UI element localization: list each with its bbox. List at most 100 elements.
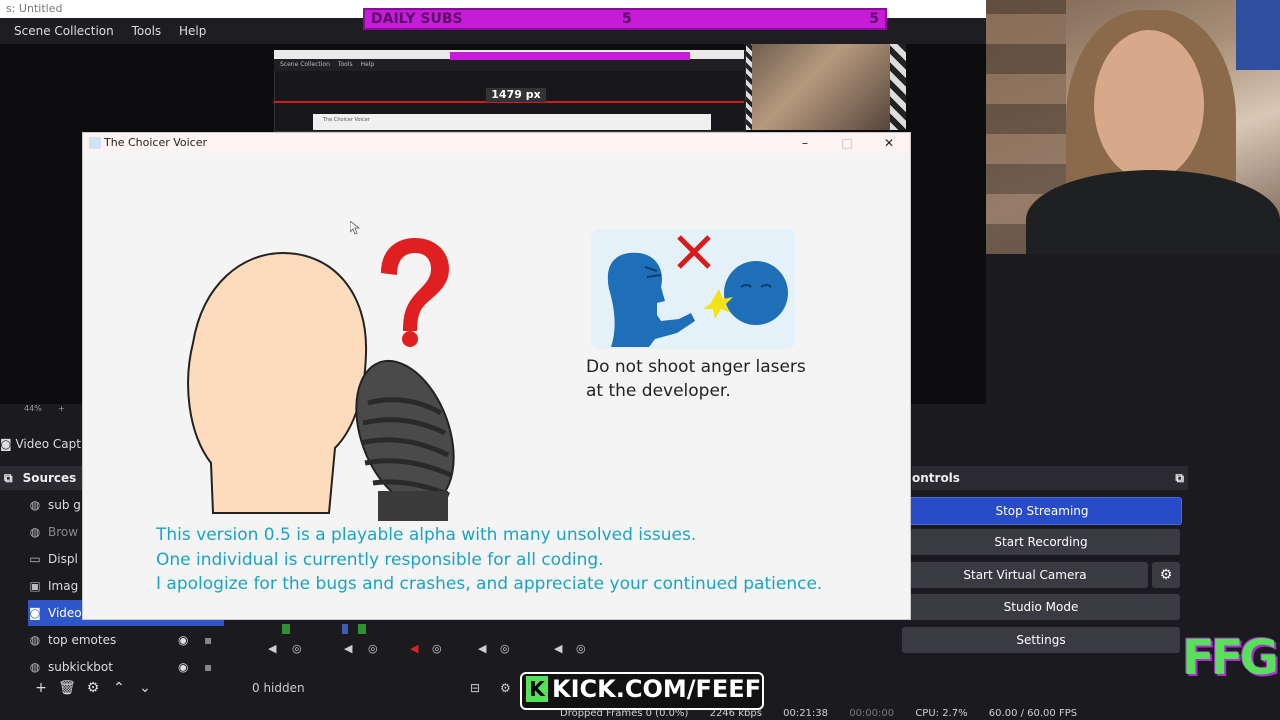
settings-button[interactable]: Settings (902, 627, 1180, 653)
menu-help[interactable]: Help (179, 18, 206, 44)
video-capture-label: Video Capt (15, 437, 81, 451)
lock-icon[interactable]: ▪ (204, 627, 212, 653)
fps: 60.00 / 60.00 FPS (988, 708, 1078, 719)
source-label: Imag (48, 579, 79, 593)
daily-subs-goal: 5 (869, 11, 879, 27)
maximize-button[interactable]: □ (826, 133, 868, 153)
head-microphone-illustration (187, 238, 455, 521)
speaker-icon: ◀ (554, 642, 563, 655)
source-label: Video (48, 606, 82, 620)
minimize-button[interactable]: – (784, 133, 826, 153)
warning-caption: Do not shoot anger lasers at the develop… (586, 355, 846, 403)
ffg-logo: FFG (1182, 630, 1279, 686)
sources-toolbar: + 🗑︎ ⚙ ⌃ ⌄ (28, 676, 228, 700)
speaker-icon: ◀ (268, 642, 277, 655)
studio-mode-button[interactable]: Studio Mode (902, 594, 1180, 620)
globe-icon: ◍ (29, 525, 41, 539)
dock-icon: ⧉ (4, 471, 13, 485)
zoom-in-icon[interactable]: + (58, 404, 65, 413)
virtual-camera-settings-icon[interactable]: ⚙ (1152, 562, 1180, 588)
scene-source-label: ◙ Video Capt (0, 432, 82, 456)
window-title-bar: The Choicer Voicer – □ ✕ (83, 133, 910, 153)
headphones-icon: ◎ (432, 642, 442, 655)
trash-icon[interactable]: 🗑︎ (54, 676, 80, 700)
stop-streaming-button[interactable]: Stop Streaming (902, 497, 1182, 525)
nested-menu-item: Help (360, 61, 375, 68)
question-mark-icon (381, 238, 449, 331)
chevron-down-icon[interactable]: ⌄ (132, 676, 158, 700)
nested-menu-item: Tools (337, 61, 353, 68)
source-label: Displ (48, 552, 78, 566)
monitor-icon: ▭ (29, 552, 41, 566)
sources-header: ⧉ Sources (0, 466, 82, 490)
menu-tools[interactable]: Tools (132, 18, 162, 44)
cpu-usage: CPU: 2.7% (915, 708, 968, 719)
preview-webcam (746, 44, 906, 130)
kick-url: KICK.COM/FEEF (552, 675, 762, 703)
controls-header: ontrols ⧉ (912, 466, 1188, 490)
dock-icon[interactable]: ⧉ (1175, 466, 1184, 490)
choicer-voicer-window: The Choicer Voicer – □ ✕ Do not shoot an… (82, 132, 911, 620)
daily-subs-count: 5 (622, 11, 632, 27)
nested-menu-item: Scene Collection (280, 61, 330, 68)
globe-icon: ◍ (29, 633, 41, 647)
start-recording-button[interactable]: Start Recording (902, 529, 1180, 555)
webcam-feed (986, 0, 1280, 254)
hidden-count: 0 hidden (252, 681, 305, 695)
notice-line: This version 0.5 is a playable alpha wit… (156, 525, 697, 545)
eye-icon[interactable]: ◉ (178, 627, 188, 653)
source-item[interactable]: ◍ top emotes ◉ ▪ (28, 627, 228, 653)
obs-window-title: s: Untitled (6, 2, 63, 15)
px-badge: 1479 px (486, 88, 546, 102)
camera-icon: ◙ (29, 606, 41, 620)
nested-window: The Choicer Voicer (313, 114, 711, 130)
audio-mixer: ◀ ◎ ◀ ◎ ◀ ◎ ◀ ◎ ◀ ◎ (268, 624, 586, 655)
nested-menu-bar: Scene Collection Tools Help (274, 59, 744, 71)
hazard-stripe-right (890, 44, 906, 130)
headphones-icon: ◎ (292, 642, 302, 655)
camera-icon: ◙ (0, 437, 16, 451)
notice-line: I apologize for the bugs and crashes, an… (156, 574, 823, 594)
image-icon: ▣ (29, 579, 41, 593)
zoom-level: 44% (24, 404, 42, 413)
daily-subs-bar: DAILY SUBS 5 5 (363, 8, 887, 30)
notice-line: One individual is currently responsible … (156, 549, 604, 570)
source-label: Brow (48, 525, 79, 539)
headphones-icon: ◎ (368, 642, 378, 655)
rec-time: 00:00:00 (849, 708, 895, 719)
controls-title: ontrols (912, 471, 960, 485)
chevron-up-icon[interactable]: ⌃ (106, 676, 132, 700)
speaker-icon: ◀ (478, 642, 487, 655)
nested-daily-subs-bar (450, 52, 690, 60)
warning-caption-line: Do not shoot anger lasers (586, 357, 806, 377)
close-button[interactable]: ✕ (868, 133, 910, 153)
speaker-muted-icon: ◀ (410, 642, 419, 655)
no-anger-lasers-icon (607, 235, 788, 347)
headphones-icon: ◎ (500, 642, 510, 655)
app-icon (89, 137, 101, 149)
source-label: top emotes (48, 633, 117, 647)
kick-logo-icon: K (526, 676, 548, 702)
kick-banner: K KICK.COM/FEEF (520, 672, 764, 710)
gear-icon[interactable]: ⚙ (80, 676, 106, 700)
warning-image (591, 229, 795, 349)
gear-icon[interactable]: ⚙ (500, 676, 511, 700)
start-virtual-camera-button[interactable]: Start Virtual Camera (902, 562, 1148, 588)
hazard-stripe-left (746, 44, 752, 130)
window-title: The Choicer Voicer (104, 136, 208, 149)
warning-caption-line: at the developer. (586, 381, 731, 401)
person-face (1094, 30, 1204, 180)
add-icon[interactable]: + (28, 676, 54, 700)
sources-title: Sources (22, 471, 77, 485)
globe-icon: ◍ (29, 498, 41, 512)
speaker-icon: ◀ (344, 642, 353, 655)
headphones-icon: ◎ (576, 642, 586, 655)
source-label: sub g (48, 498, 81, 512)
source-label: subkickbot (48, 660, 113, 674)
stream-time: 00:21:38 (783, 708, 829, 719)
alpha-notice: This version 0.5 is a playable alpha wit… (156, 523, 896, 597)
layout-icon[interactable]: ⊟ (470, 676, 480, 700)
menu-scene-collection[interactable]: Scene Collection (14, 18, 114, 44)
daily-subs-label: DAILY SUBS (371, 11, 463, 27)
poster (1236, 0, 1280, 70)
